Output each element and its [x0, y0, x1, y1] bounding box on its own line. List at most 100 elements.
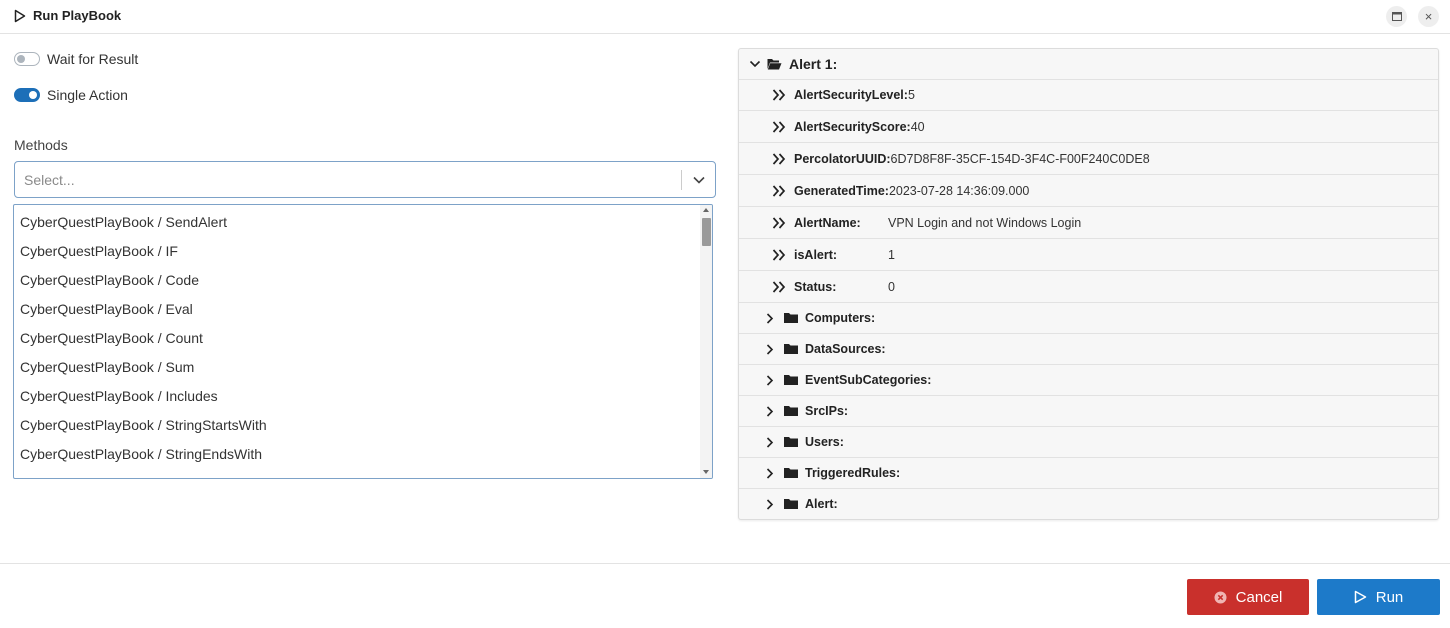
field-value: 5 [907, 88, 915, 102]
list-item[interactable]: CyberQuestPlayBook / Code [20, 272, 199, 288]
single-action-toggle[interactable] [14, 88, 40, 102]
tree-node-label: Computers: [805, 311, 876, 325]
list-item[interactable]: CyberQuestPlayBook / StringEndsWith [20, 446, 262, 462]
field-key: GeneratedTime:2023-07-28 14:36:09.000 [794, 184, 1030, 198]
tree-field-isalert: isAlert: 1 [739, 240, 1438, 271]
tree-field-alertsecurityscore: AlertSecurityScore:40 [739, 112, 1438, 143]
chevron-right-icon[interactable] [766, 437, 774, 448]
alert-tree-panel: Alert 1: AlertSecurityLevel:5 AlertSecur… [738, 48, 1439, 520]
field-key: Status: [794, 280, 837, 294]
cancel-button-label: Cancel [1235, 588, 1283, 606]
field-key: AlertName: [794, 216, 861, 230]
list-item[interactable]: CyberQuestPlayBook / IF [20, 243, 178, 259]
folder-icon [784, 344, 798, 354]
tree-node-alert[interactable]: Alert: [739, 489, 1438, 520]
tree-field-generatedtime: GeneratedTime:2023-07-28 14:36:09.000 [739, 176, 1438, 207]
cancel-button[interactable]: Cancel [1187, 579, 1309, 615]
methods-list-scrollbar[interactable] [700, 205, 712, 478]
run-button[interactable]: Run [1317, 579, 1440, 615]
field-key: PercolatorUUID:6D7D8F8F-35CF-154D-3F4C-F… [794, 152, 1150, 166]
list-item[interactable]: CyberQuestPlayBook / Sum [20, 359, 194, 375]
field-value: 40 [910, 120, 925, 134]
chevron-right-icon[interactable] [766, 344, 774, 355]
field-key: AlertSecurityScore:40 [794, 120, 925, 134]
methods-search-input[interactable] [15, 162, 675, 197]
tree-field-status: Status: 0 [739, 272, 1438, 303]
folder-icon [784, 375, 798, 385]
list-item[interactable]: CyberQuestPlayBook / StringStartsWith [20, 417, 267, 433]
tree-node-label: Users: [805, 435, 844, 449]
double-chevron-right-icon [772, 185, 786, 197]
chevron-down-icon[interactable] [749, 59, 761, 69]
close-button[interactable]: × [1418, 6, 1439, 27]
field-value: VPN Login and not Windows Login [888, 216, 1082, 230]
tree-node-label: TriggeredRules: [805, 466, 901, 480]
list-item[interactable]: CyberQuestPlayBook / Eval [20, 301, 193, 317]
wait-for-result-toggle[interactable] [14, 52, 40, 66]
tree-node-srcips[interactable]: SrcIPs: [739, 396, 1438, 427]
chevron-right-icon[interactable] [766, 499, 774, 510]
tree-field-alertsecuritylevel: AlertSecurityLevel:5 [739, 80, 1438, 111]
tree-node-triggeredrules[interactable]: TriggeredRules: [739, 458, 1438, 489]
single-action-label: Single Action [47, 87, 128, 103]
tree-node-label: Alert: [805, 497, 838, 511]
list-item[interactable]: CyberQuestPlayBook / Count [20, 330, 203, 346]
scroll-up-arrow-icon[interactable] [703, 208, 709, 212]
field-value: 6D7D8F8F-35CF-154D-3F4C-F00F240C0DE8 [890, 152, 1150, 166]
chevron-right-icon[interactable] [766, 375, 774, 386]
tree-root-label: Alert 1: [789, 56, 838, 72]
double-chevron-right-icon [772, 153, 786, 165]
dialog-title: Run PlayBook [33, 8, 122, 23]
methods-list[interactable]: CyberQuestPlayBook / SendAlert CyberQues… [13, 204, 713, 479]
play-icon [14, 9, 26, 23]
maximize-button[interactable] [1386, 6, 1407, 27]
list-item[interactable]: CyberQuestPlayBook / Includes [20, 388, 218, 404]
wait-for-result-label: Wait for Result [47, 51, 139, 67]
tree-node-label: SrcIPs: [805, 404, 849, 418]
folder-icon [784, 499, 798, 509]
folder-icon [784, 406, 798, 416]
methods-label: Methods [14, 137, 68, 153]
tree-node-label: DataSources: [805, 342, 886, 356]
tree-field-percolatoruuid: PercolatorUUID:6D7D8F8F-35CF-154D-3F4C-F… [739, 144, 1438, 175]
scrollbar-thumb[interactable] [702, 218, 711, 246]
dialog-titlebar: Run PlayBook × [0, 0, 1450, 34]
field-value: 0 [888, 280, 895, 294]
double-chevron-right-icon [772, 121, 786, 133]
field-key: isAlert: [794, 248, 838, 262]
double-chevron-right-icon [772, 249, 786, 261]
tree-node-datasources[interactable]: DataSources: [739, 334, 1438, 365]
double-chevron-right-icon [772, 89, 786, 101]
tree-root-alert-1[interactable]: Alert 1: [739, 49, 1438, 80]
footer-divider [0, 563, 1450, 564]
run-button-label: Run [1375, 588, 1404, 606]
field-value: 2023-07-28 14:36:09.000 [888, 184, 1030, 198]
tree-node-users[interactable]: Users: [739, 427, 1438, 458]
chevron-right-icon[interactable] [766, 468, 774, 479]
close-icon: × [1424, 9, 1433, 24]
field-key: AlertSecurityLevel:5 [794, 88, 915, 102]
scroll-down-arrow-icon[interactable] [703, 470, 709, 474]
tree-node-label: EventSubCategories: [805, 373, 932, 387]
list-item[interactable]: CyberQuestPlayBook / SendAlert [20, 214, 227, 230]
folder-open-icon [767, 59, 782, 70]
double-chevron-right-icon [772, 281, 786, 293]
chevron-right-icon[interactable] [766, 313, 774, 324]
tree-node-eventsubcategories[interactable]: EventSubCategories: [739, 365, 1438, 396]
chevron-down-icon[interactable] [692, 174, 706, 186]
field-value: 1 [888, 248, 895, 262]
folder-icon [784, 437, 798, 447]
select-separator [681, 170, 682, 190]
double-chevron-right-icon [772, 217, 786, 229]
tree-field-alertname: AlertName: VPN Login and not Windows Log… [739, 208, 1438, 239]
maximize-icon [1391, 12, 1402, 21]
chevron-right-icon[interactable] [766, 406, 774, 417]
folder-icon [784, 313, 798, 323]
methods-select[interactable] [14, 161, 716, 198]
single-action-option[interactable]: Single Action [14, 85, 128, 105]
play-icon [1354, 590, 1367, 604]
cancel-circle-icon [1214, 591, 1227, 604]
tree-node-computers[interactable]: Computers: [739, 303, 1438, 334]
folder-icon [784, 468, 798, 478]
wait-for-result-option[interactable]: Wait for Result [14, 49, 138, 69]
